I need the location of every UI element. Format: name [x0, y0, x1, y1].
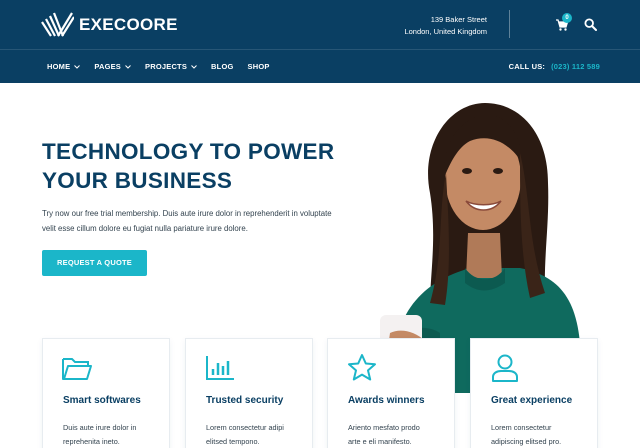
- feature-card-smart-softwares[interactable]: Smart softwares Duis aute irure dolor in…: [42, 338, 170, 448]
- brand-logo[interactable]: EXECOORE: [40, 12, 178, 38]
- hero-description: Try now our free trial membership. Duis …: [42, 206, 362, 236]
- hero-title-line-1: TECHNOLOGY TO POWER: [42, 139, 335, 164]
- search-icon[interactable]: [584, 18, 597, 31]
- feature-text-line-2: adipiscing elitsed pro.: [491, 437, 562, 446]
- nav-item-pages[interactable]: PAGES: [94, 62, 131, 71]
- feature-text-line-2: elitsed tempono.: [206, 437, 260, 446]
- feature-title: Smart softwares: [63, 395, 141, 406]
- feature-card-trusted-security[interactable]: Trusted security Lorem consectetur adipi…: [185, 338, 313, 448]
- feature-text-line-1: Duis aute irure dolor in: [63, 423, 137, 432]
- feature-text-line-1: Lorem consectetur adipi: [206, 423, 284, 432]
- nav-label-home: HOME: [47, 62, 71, 71]
- feature-title: Trusted security: [206, 395, 284, 406]
- feature-text-line-1: Lorem consectetur: [491, 423, 552, 432]
- brand-name: EXECOORE: [79, 15, 178, 34]
- feature-text: Lorem consectetur adipiscing elitsed pro…: [491, 421, 591, 448]
- address-line-2: London, United Kingdom: [404, 27, 487, 36]
- call-us-label: CALL US:: [508, 62, 546, 71]
- star-icon: [348, 354, 376, 381]
- nav-label-shop: SHOP: [247, 62, 270, 71]
- header-divider: [509, 10, 510, 38]
- feature-text-line-2: reprehenita ineto.: [63, 437, 120, 446]
- nav-item-blog[interactable]: BLOG: [211, 62, 233, 71]
- feature-card-great-experience[interactable]: Great experience Lorem consectetur adipi…: [470, 338, 598, 448]
- nav-label-pages: PAGES: [94, 62, 122, 71]
- feature-text-line-1: Ariento mesfato prodo: [348, 423, 420, 432]
- feature-text: Lorem consectetur adipi elitsed tempono.: [206, 421, 306, 448]
- nav-item-projects[interactable]: PROJECTS: [145, 62, 197, 71]
- bar-chart-icon: [206, 356, 234, 380]
- request-quote-button[interactable]: REQUEST A QUOTE: [42, 250, 147, 276]
- feature-title: Awards winners: [348, 395, 425, 406]
- header-address: 139 Baker Street London, United Kingdom: [404, 14, 487, 38]
- nav-label-projects: PROJECTS: [145, 62, 188, 71]
- feature-text: Duis aute irure dolor in reprehenita ine…: [63, 421, 163, 448]
- feature-title: Great experience: [491, 395, 573, 406]
- nav-item-home[interactable]: HOME: [47, 62, 81, 71]
- header-topbar: EXECOORE 139 Baker Street London, United…: [0, 0, 640, 50]
- hero-text-line-2: velit esse cillum dolore eu fugiat nulla…: [42, 224, 248, 233]
- cart-count-badge: 0: [562, 13, 572, 23]
- chevron-down-icon: [74, 64, 81, 69]
- folder-icon: [62, 358, 92, 380]
- call-us: CALL US: (023) 112 589: [509, 62, 600, 71]
- feature-text-line-2: arte e eli manifesto.: [348, 437, 412, 446]
- chevron-down-icon: [125, 64, 131, 69]
- hero-title: TECHNOLOGY TO POWER YOUR BUSINESS: [42, 137, 382, 195]
- main-nav: HOME PAGES PROJECTS BLOG SHOP: [47, 62, 270, 71]
- nav-item-shop[interactable]: SHOP: [248, 62, 270, 71]
- site-header: EXECOORE 139 Baker Street London, United…: [0, 0, 640, 83]
- feature-text: Ariento mesfato prodo arte e eli manifes…: [348, 421, 448, 448]
- striped-logo-icon: [41, 12, 74, 37]
- user-icon: [492, 354, 518, 382]
- hero-title-line-2: YOUR BUSINESS: [42, 168, 233, 193]
- nav-label-blog: BLOG: [211, 62, 234, 71]
- address-line-1: 139 Baker Street: [430, 15, 487, 24]
- hero-text-line-1: Try now our free trial membership. Duis …: [42, 209, 332, 218]
- feature-card-awards-winners[interactable]: Awards winners Ariento mesfato prodo art…: [327, 338, 455, 448]
- chevron-down-icon: [191, 64, 197, 69]
- phone-number-link[interactable]: (023) 112 589: [551, 62, 600, 71]
